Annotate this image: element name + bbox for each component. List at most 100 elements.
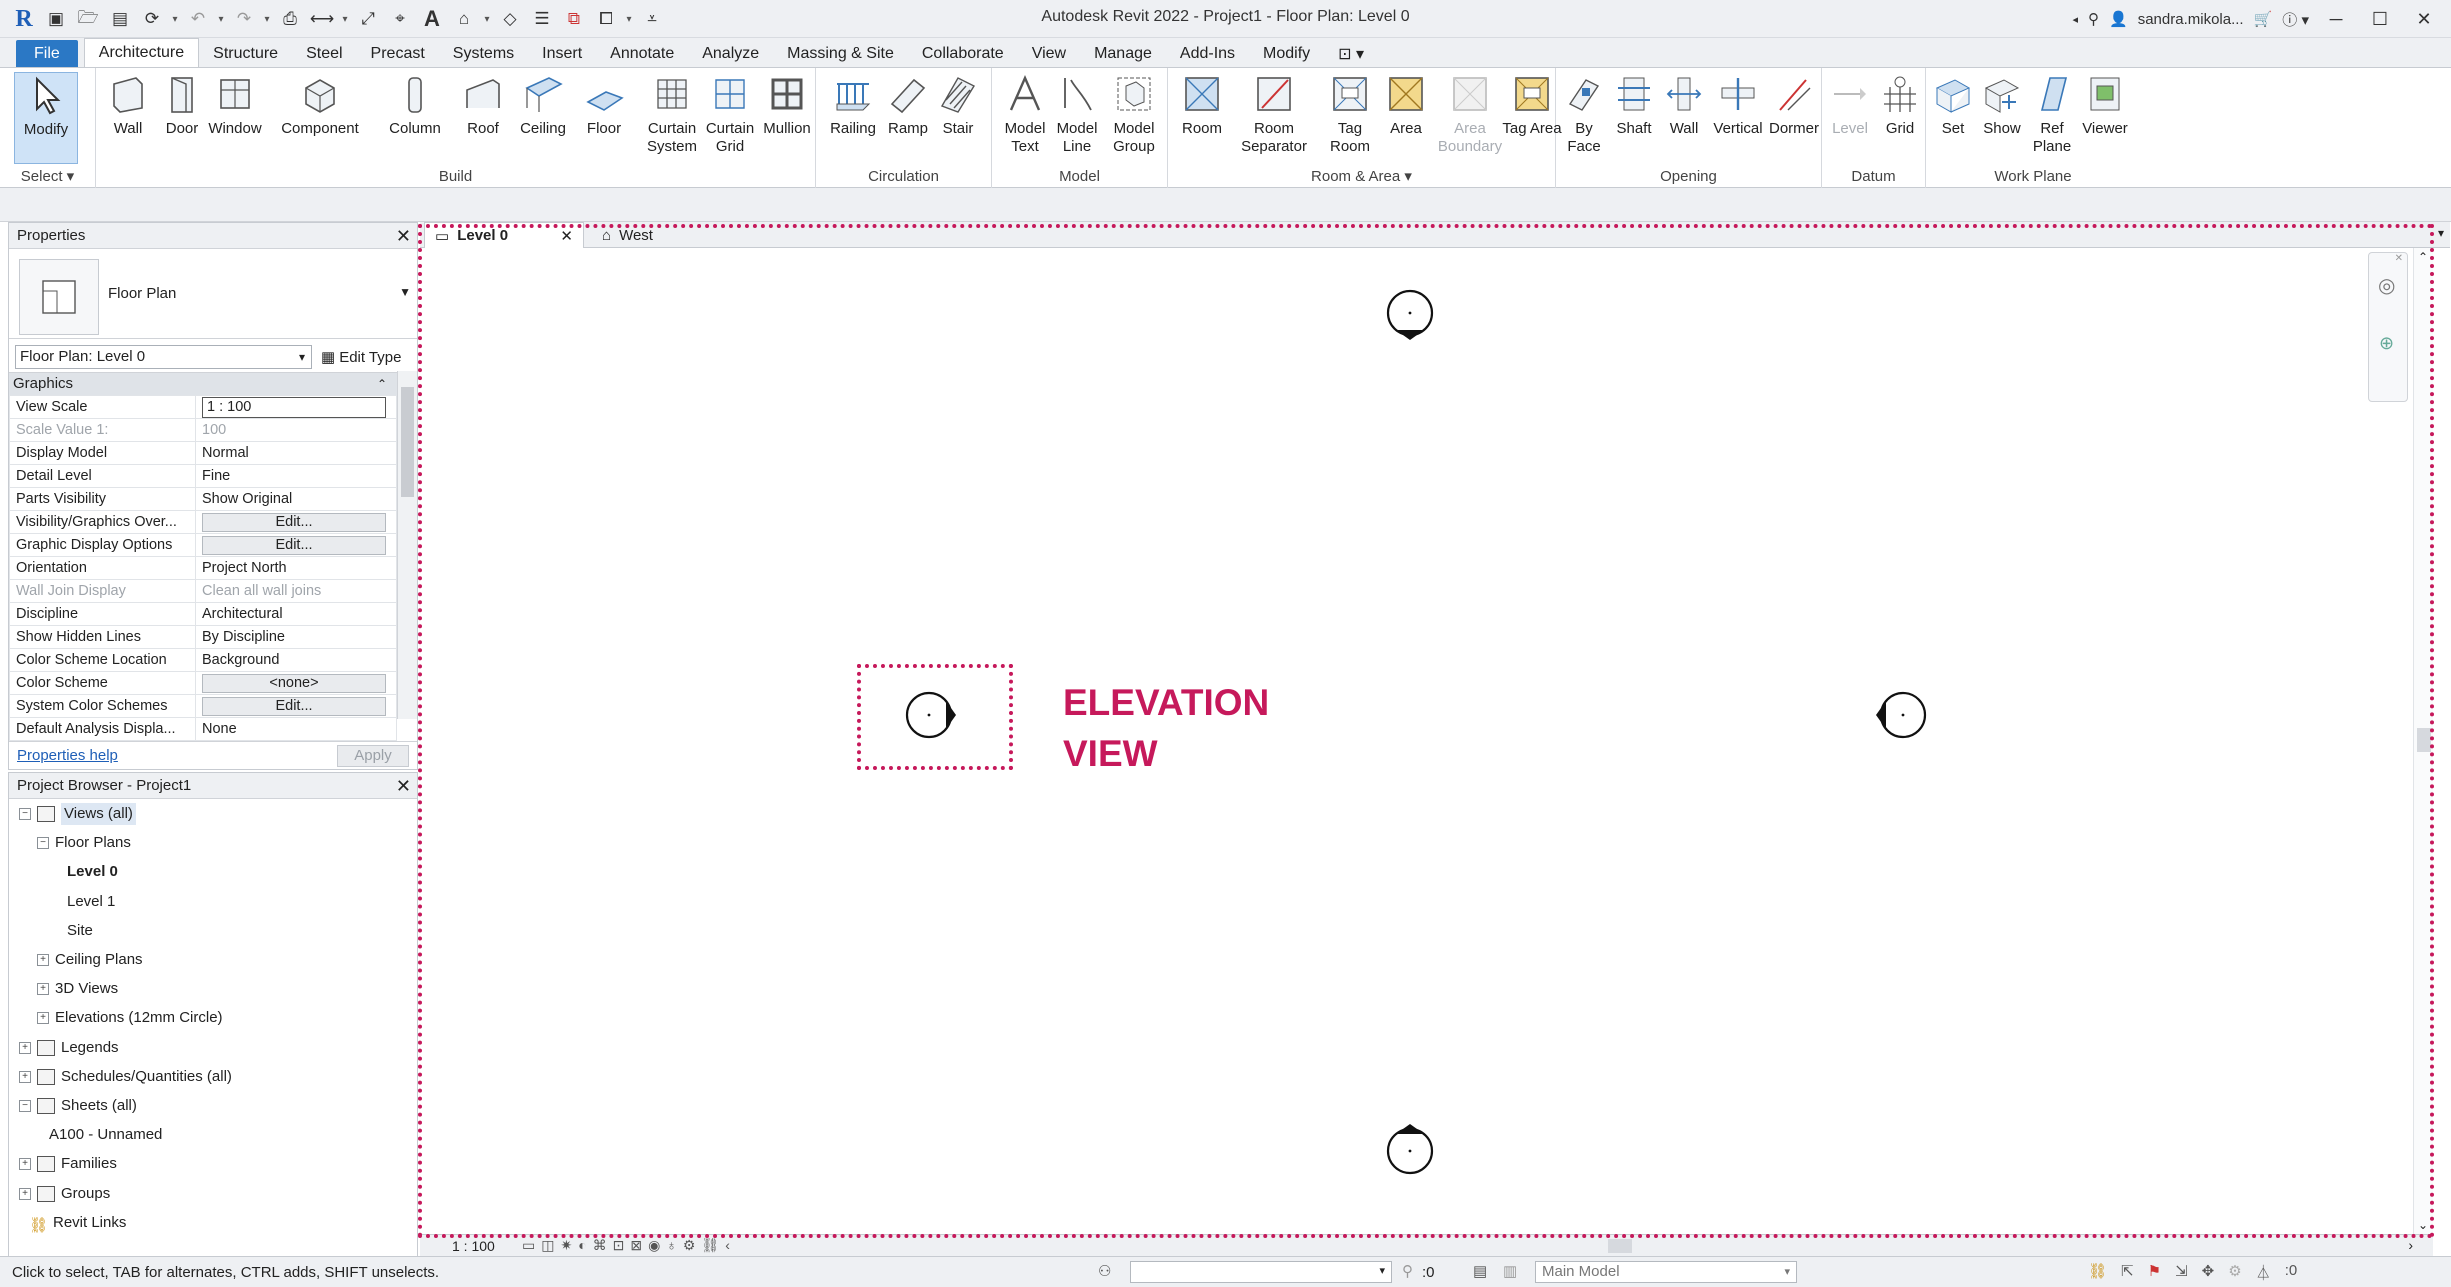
redo-icon[interactable]: ↷ [230,5,258,33]
browser-revit-links[interactable]: ⛓ Revit Links [29,1212,126,1234]
tab-structure[interactable]: Structure [199,40,292,67]
sun-path-icon[interactable]: ✷ [560,1237,572,1254]
tag-icon[interactable]: ⌖ [386,5,414,33]
temp-hide-icon[interactable]: ◉ [648,1237,660,1254]
panel-title-room-area[interactable]: Room & Area ▾ [1168,165,1555,189]
graphics-group-header[interactable]: Graphics ⌃ [9,373,417,395]
model-group-button[interactable]: Model Group [1102,72,1166,156]
tab-insert[interactable]: Insert [528,40,596,67]
shadows-icon[interactable]: ◐ [578,1237,586,1254]
expand-icon[interactable]: + [37,954,49,966]
apply-button[interactable]: Apply [337,745,409,767]
save-icon[interactable]: ▤ [106,5,134,33]
view-scale-field[interactable]: 1 : 100 [202,396,386,418]
render-icon[interactable]: ⌘ [593,1237,607,1254]
by-face-button[interactable]: By Face [1558,72,1610,156]
horizontal-scroll-thumb[interactable] [1608,1239,1632,1253]
help-icon[interactable]: ⓘ ▾ [2282,9,2309,30]
property-value[interactable]: Background [202,652,279,668]
mullion-button[interactable]: Mullion [752,72,822,138]
chevron-down-icon[interactable]: ▾ [170,14,180,25]
filter-icon[interactable]: ⏃ [2256,1262,2271,1283]
elevation-marker-south[interactable] [1380,1116,1440,1176]
expand-icon[interactable]: + [37,983,49,996]
shaft-button[interactable]: Shaft [1608,72,1660,138]
drag-elements-icon[interactable]: ✥ [2202,1262,2215,1283]
select-underlay-icon[interactable]: ⇱ [2121,1262,2134,1283]
ramp-button[interactable]: Ramp [880,72,936,138]
editable-only-icon[interactable]: ▥ [1503,1262,1517,1280]
level-button[interactable]: Level [1826,72,1874,138]
expand-icon[interactable]: + [19,1041,31,1054]
properties-help-link[interactable]: Properties help [17,747,118,764]
cart-icon[interactable]: 🛒 [2254,10,2273,28]
browser-elevations[interactable]: + Elevations (12mm Circle) [37,1007,223,1029]
floor-button[interactable]: Floor [574,72,634,138]
print-icon[interactable]: ⎙ [276,5,304,33]
property-value[interactable]: Project North [202,560,287,576]
contextual-tab-toggle[interactable]: ⊡ ▾ [1324,40,1378,67]
expand-icon[interactable]: + [19,1158,31,1171]
tab-annotate[interactable]: Annotate [596,40,688,67]
grid-button[interactable]: Grid [1876,72,1924,138]
browser-views[interactable]: − Views (all) [19,803,136,825]
steering-wheel-icon[interactable]: ◎ [2378,273,2395,298]
selection-filter-icon[interactable]: ⚲ [1402,1262,1413,1280]
column-button[interactable]: Column [378,72,452,138]
property-value[interactable]: By Discipline [202,629,285,645]
tab-modify[interactable]: Modify [1249,40,1324,67]
elevation-marker-east[interactable] [1868,685,1928,745]
undo-icon[interactable]: ↶ [184,5,212,33]
select-pinned-icon[interactable]: ⚑ [2148,1262,2161,1283]
tab-view[interactable]: View [1018,40,1080,67]
edit-type-button[interactable]: ▦ Edit Type [321,345,401,369]
wall-button[interactable]: Wall [98,72,158,138]
scroll-right-icon[interactable]: › [2408,1237,2413,1253]
tab-west[interactable]: ⌂ West [592,222,663,248]
vertical-scrollbar[interactable]: ⌃ ⌄ [2413,248,2433,1234]
close-icon[interactable]: ✕ [2395,253,2403,264]
visual-style-icon[interactable]: ◫ [541,1237,554,1254]
crop-view-icon[interactable]: ⊡ [613,1237,625,1254]
browser-3d-views[interactable]: +3D Views [37,978,118,1000]
workset-select[interactable]: ▾ [1130,1261,1392,1283]
elevation-marker-west[interactable] [904,685,964,745]
analytical-model-icon[interactable]: ⚙ [683,1237,696,1254]
scroll-thumb[interactable] [401,387,414,497]
close-button[interactable]: ✕ [2407,9,2441,30]
background-processes-icon[interactable]: ⚙ [2228,1262,2241,1283]
3d-view-icon[interactable]: ⌂ [450,5,478,33]
dormer-button[interactable]: Dormer [1764,72,1824,138]
browser-groups[interactable]: + Groups [19,1183,110,1205]
tab-precast[interactable]: Precast [357,40,439,67]
tab-analyze[interactable]: Analyze [688,40,773,67]
type-selector[interactable]: Floor Plan ▼ [9,249,417,339]
browser-legends[interactable]: + Legends [19,1037,119,1059]
tab-level-0[interactable]: ▭ Level 0 ✕ [424,222,584,248]
constraints-icon[interactable]: ⛓ [701,1237,719,1254]
properties-scrollbar[interactable] [397,371,417,719]
elevation-marker-north[interactable] [1380,288,1440,348]
property-edit-button[interactable]: Edit... [202,535,386,555]
expand-icon[interactable]: + [19,1070,31,1083]
browser-site[interactable]: Site [67,920,93,942]
chevron-down-icon[interactable]: ▾ [482,14,492,25]
scroll-down-icon[interactable]: ⌄ [2418,1218,2428,1232]
property-value[interactable]: Fine [202,468,230,484]
chevron-down-icon[interactable]: ▾ [216,14,226,25]
drawing-canvas[interactable]: ◎ ⊕ ✕ [420,248,2433,1234]
maximize-button[interactable]: ☐ [2363,9,2397,30]
collapse-icon[interactable]: − [19,1100,31,1112]
tab-file[interactable]: File [16,40,78,67]
switch-windows-icon[interactable]: ⧠ [592,5,620,33]
view-scale[interactable]: 1 : 100 [452,1238,495,1254]
component-button[interactable]: Component [272,72,368,138]
close-icon[interactable]: ✕ [560,227,573,245]
collapse-icon[interactable]: − [19,808,31,820]
set-button[interactable]: Set [1928,72,1978,138]
select-by-face-icon[interactable]: ⇲ [2175,1262,2188,1283]
open-icon[interactable]: 🗁 [74,5,102,33]
close-icon[interactable]: ✕ [396,223,411,249]
expand-icon[interactable]: + [37,1012,49,1025]
zoom-icon[interactable]: ⊕ [2379,333,2394,354]
